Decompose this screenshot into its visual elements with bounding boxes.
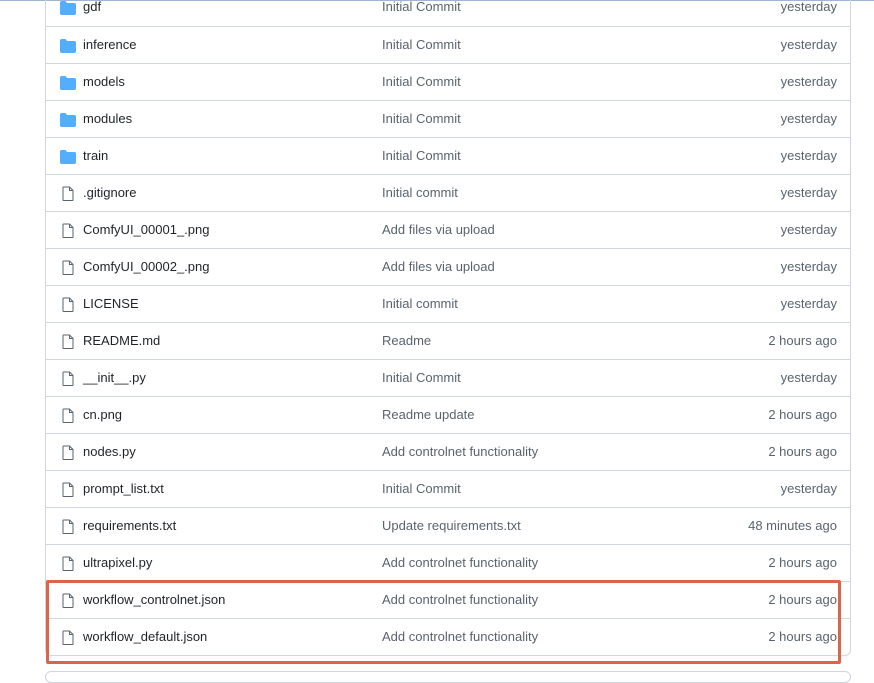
commit-message-link[interactable]: Add files via upload: [382, 222, 495, 237]
file-icon: [60, 445, 76, 460]
commit-message-link[interactable]: Add controlnet functionality: [382, 555, 538, 570]
file-icon: [60, 630, 76, 645]
file-name-link[interactable]: prompt_list.txt: [83, 481, 164, 496]
commit-message-link[interactable]: Add controlnet functionality: [382, 444, 538, 459]
file-row[interactable]: nodes.py Add controlnet functionality 2 …: [46, 433, 850, 470]
file-name-link[interactable]: models: [83, 74, 125, 89]
file-row[interactable]: README.md Readme 2 hours ago: [46, 322, 850, 359]
commit-message-link[interactable]: Initial Commit: [382, 37, 461, 52]
file-icon: [60, 186, 76, 201]
file-row[interactable]: requirements.txt Update requirements.txt…: [46, 507, 850, 544]
commit-message-link[interactable]: Initial commit: [382, 296, 458, 311]
file-name-link[interactable]: README.md: [83, 333, 160, 348]
commit-message-link[interactable]: Initial Commit: [382, 0, 461, 14]
file-row[interactable]: ComfyUI_00001_.png Add files via upload …: [46, 211, 850, 248]
file-row[interactable]: modules Initial Commit yesterday: [46, 100, 850, 137]
commit-date: 2 hours ago: [768, 444, 837, 459]
commit-message-link[interactable]: Add controlnet functionality: [382, 629, 538, 644]
commit-date: yesterday: [780, 259, 837, 274]
file-name-link[interactable]: requirements.txt: [83, 518, 176, 533]
file-name-link[interactable]: train: [83, 148, 108, 163]
commit-date: yesterday: [780, 481, 837, 496]
commit-date: 2 hours ago: [768, 629, 837, 644]
file-name-link[interactable]: inference: [83, 37, 136, 52]
file-row[interactable]: workflow_default.json Add controlnet fun…: [46, 618, 850, 655]
commit-date: yesterday: [780, 74, 837, 89]
commit-message-link[interactable]: Add controlnet functionality: [382, 592, 538, 607]
folder-icon: [60, 150, 76, 164]
file-row[interactable]: .gitignore Initial commit yesterday: [46, 174, 850, 211]
file-icon: [60, 371, 76, 386]
file-name-link[interactable]: gdf: [83, 0, 101, 14]
commit-date: yesterday: [780, 185, 837, 200]
file-name-link[interactable]: ComfyUI_00001_.png: [83, 222, 209, 237]
file-name-link[interactable]: ComfyUI_00002_.png: [83, 259, 209, 274]
commit-message-link[interactable]: Initial Commit: [382, 148, 461, 163]
file-row[interactable]: prompt_list.txt Initial Commit yesterday: [46, 470, 850, 507]
file-name-link[interactable]: LICENSE: [83, 296, 139, 311]
folder-icon: [60, 39, 76, 53]
commit-message-link[interactable]: Add files via upload: [382, 259, 495, 274]
file-name-link[interactable]: nodes.py: [83, 444, 136, 459]
folder-icon: [60, 113, 76, 127]
commit-message-link[interactable]: Readme: [382, 333, 431, 348]
file-name-link[interactable]: __init__.py: [83, 370, 146, 385]
commit-message-link[interactable]: Initial Commit: [382, 74, 461, 89]
file-row[interactable]: models Initial Commit yesterday: [46, 63, 850, 100]
file-icon: [60, 593, 76, 608]
file-icon: [60, 297, 76, 312]
commit-date: yesterday: [780, 37, 837, 52]
commit-date: 2 hours ago: [768, 333, 837, 348]
commit-date: yesterday: [780, 296, 837, 311]
commit-date: 2 hours ago: [768, 592, 837, 607]
file-row[interactable]: workflow_controlnet.json Add controlnet …: [46, 581, 850, 618]
file-row[interactable]: LICENSE Initial commit yesterday: [46, 285, 850, 322]
folder-icon: [60, 1, 76, 15]
file-row[interactable]: ComfyUI_00002_.png Add files via upload …: [46, 248, 850, 285]
file-row[interactable]: inference Initial Commit yesterday: [46, 26, 850, 63]
file-name-link[interactable]: modules: [83, 111, 132, 126]
file-icon: [60, 223, 76, 238]
file-name-link[interactable]: .gitignore: [83, 185, 136, 200]
file-icon: [60, 482, 76, 497]
file-list: gdf Initial Commit yesterday inference I…: [45, 0, 851, 656]
file-icon: [60, 408, 76, 423]
folder-icon: [60, 76, 76, 90]
commit-message-link[interactable]: Readme update: [382, 407, 475, 422]
commit-message-link[interactable]: Update requirements.txt: [382, 518, 521, 533]
file-icon: [60, 260, 76, 275]
commit-message-link[interactable]: Initial Commit: [382, 111, 461, 126]
commit-date: yesterday: [780, 222, 837, 237]
file-name-link[interactable]: ultrapixel.py: [83, 555, 152, 570]
file-name-link[interactable]: cn.png: [83, 407, 122, 422]
commit-date: yesterday: [780, 0, 837, 14]
file-name-link[interactable]: workflow_default.json: [83, 629, 207, 644]
file-row[interactable]: gdf Initial Commit yesterday: [46, 0, 850, 26]
file-row[interactable]: cn.png Readme update 2 hours ago: [46, 396, 850, 433]
file-icon: [60, 519, 76, 534]
commit-date: 2 hours ago: [768, 555, 837, 570]
file-icon: [60, 334, 76, 349]
file-name-link[interactable]: workflow_controlnet.json: [83, 592, 225, 607]
commit-date: yesterday: [780, 111, 837, 126]
commit-date: 48 minutes ago: [748, 518, 837, 533]
commit-message-link[interactable]: Initial Commit: [382, 370, 461, 385]
commit-date: yesterday: [780, 370, 837, 385]
file-row[interactable]: train Initial Commit yesterday: [46, 137, 850, 174]
commit-message-link[interactable]: Initial commit: [382, 185, 458, 200]
commit-date: 2 hours ago: [768, 407, 837, 422]
file-row[interactable]: ultrapixel.py Add controlnet functionali…: [46, 544, 850, 581]
commit-message-link[interactable]: Initial Commit: [382, 481, 461, 496]
file-row[interactable]: __init__.py Initial Commit yesterday: [46, 359, 850, 396]
file-icon: [60, 556, 76, 571]
commit-date: yesterday: [780, 148, 837, 163]
